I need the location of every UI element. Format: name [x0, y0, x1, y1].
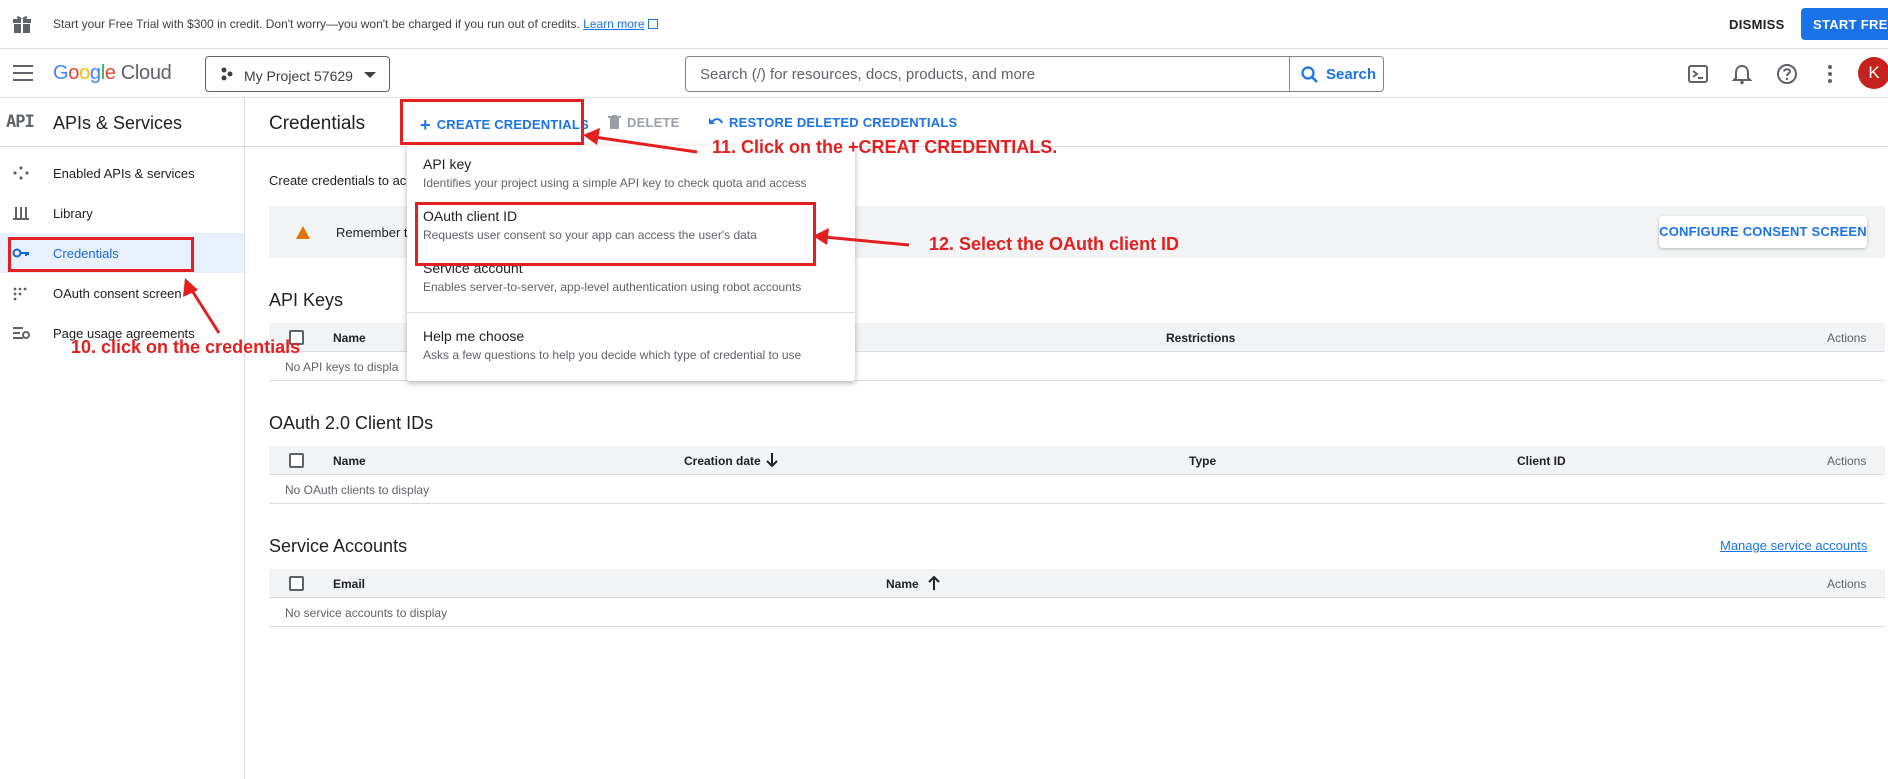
arrow-step11: [593, 135, 698, 154]
arrow-step10: [189, 288, 221, 334]
annotation-arrows: [183, 128, 910, 334]
arrow-step12: [823, 235, 910, 247]
arrow-head: [583, 128, 600, 145]
annotation-step11: 11. Click on the +CREAT CREDENTIALS.: [712, 137, 1058, 157]
annotation-step12: 12. Select the OAuth client ID: [929, 234, 1180, 254]
annotation-step10: 10. click on the credentials: [71, 337, 301, 357]
arrow-head: [813, 228, 829, 245]
